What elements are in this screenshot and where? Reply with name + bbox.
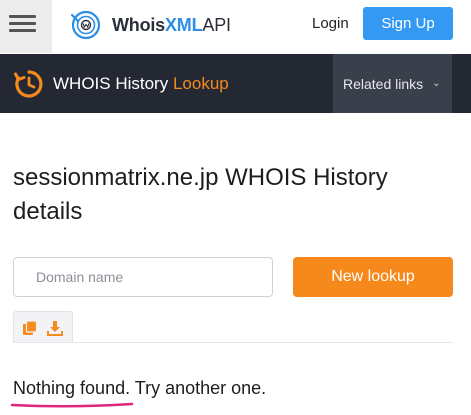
result-message: Nothing found. Try another one. [13, 378, 266, 399]
download-icon[interactable] [47, 320, 63, 336]
page-title: sessionmatrix.ne.jp WHOIS History detail… [13, 164, 388, 225]
logo-text-xml: XML [165, 14, 203, 35]
tool-title[interactable]: WHOIS History Lookup [53, 74, 229, 94]
tool-navbar: WHOIS History Lookup Related links ⌄ [0, 54, 471, 113]
whoisxml-logo[interactable]: WhoisXMLAPI [68, 9, 231, 41]
menu-bar [9, 22, 36, 25]
signup-button[interactable]: Sign Up [363, 7, 453, 40]
related-links-label: Related links [343, 75, 424, 92]
result-highlight: Nothing found. [13, 378, 131, 398]
logo-text-whois: Whois [112, 14, 165, 35]
logo-text-api: API [202, 14, 231, 35]
related-links-dropdown[interactable]: Related links ⌄ [333, 54, 452, 113]
login-link[interactable]: Login [312, 15, 349, 32]
logo-text: WhoisXMLAPI [112, 15, 231, 36]
result-suggestion: Try another one. [130, 378, 267, 398]
domain-name-input[interactable] [13, 257, 273, 297]
new-lookup-button[interactable]: New lookup [293, 257, 453, 297]
menu-bar [9, 15, 36, 18]
chevron-down-icon: ⌄ [432, 78, 441, 89]
history-icon [14, 70, 43, 98]
highlight-underline [10, 402, 134, 408]
menu-bar [9, 29, 36, 32]
tab-divider [13, 342, 453, 343]
tool-title-main: WHOIS History [53, 74, 169, 93]
hamburger-menu-icon[interactable] [0, 0, 52, 53]
tool-title-accent: Lookup [172, 74, 229, 93]
export-tab [13, 311, 73, 342]
copy-icon[interactable] [22, 320, 38, 336]
top-header: WhoisXMLAPI Login Sign Up [0, 0, 471, 53]
whoisxml-logo-icon [70, 10, 101, 40]
